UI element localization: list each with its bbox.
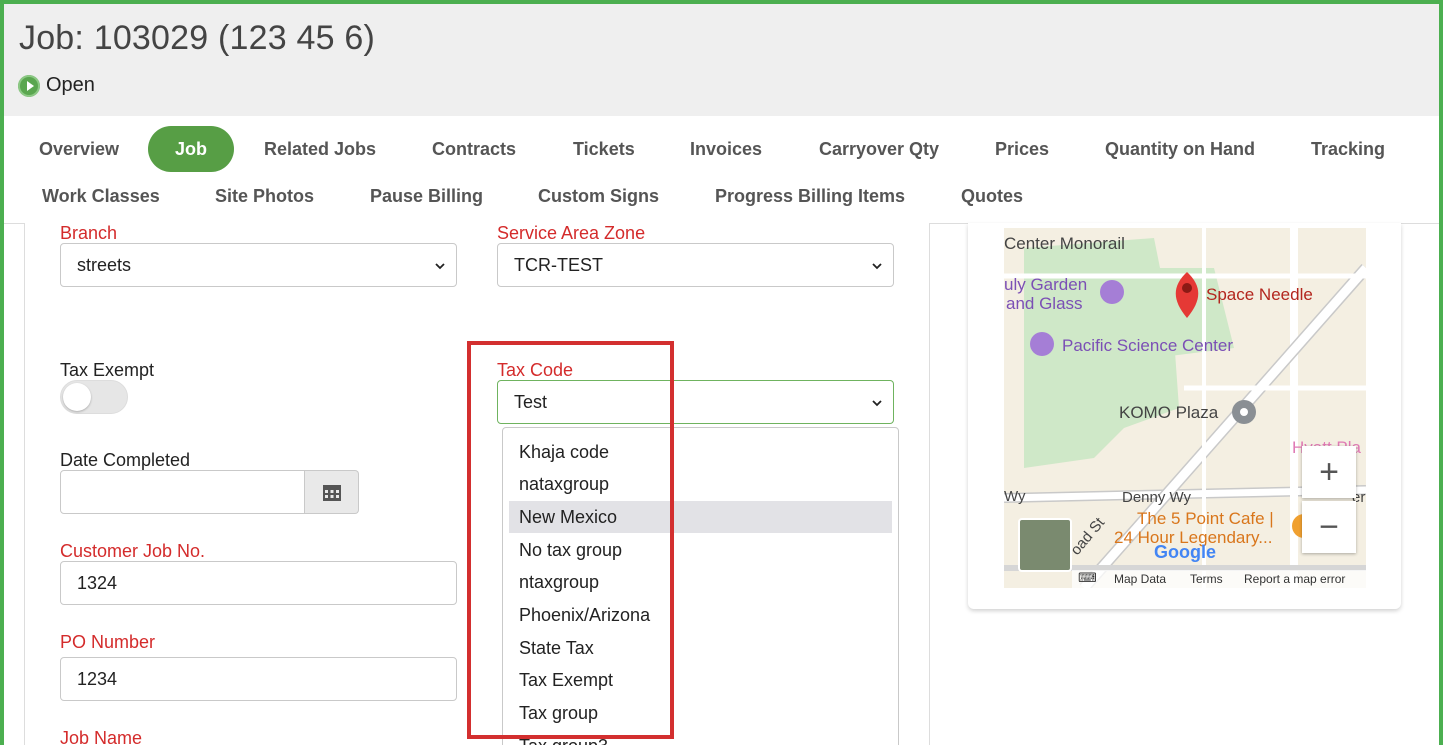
tab-custom-signs[interactable]: Custom Signs — [538, 173, 659, 219]
map-label-glass: and Glass — [1006, 294, 1083, 313]
tab-progress-billing-items[interactable]: Progress Billing Items — [715, 173, 905, 219]
google-logo: Google — [1154, 542, 1216, 562]
tax-code-option[interactable]: Phoenix/Arizona — [509, 599, 892, 631]
map-label-monorail: Center Monorail — [1004, 234, 1125, 253]
tab-job[interactable]: Job — [148, 126, 235, 172]
tab-tracking[interactable]: Tracking — [1311, 126, 1385, 172]
tax-exempt-toggle[interactable] — [60, 380, 128, 414]
tab-overview[interactable]: Overview — [39, 126, 119, 172]
tax-exempt-label: Tax Exempt — [60, 360, 155, 380]
branch-label: Branch — [60, 223, 118, 243]
job-form-card: Branch streets Service Area Zone TCR-TES… — [24, 223, 930, 745]
tax-code-option[interactable]: State Tax — [509, 632, 892, 664]
tax-code-option-highlighted[interactable]: New Mexico — [509, 501, 892, 533]
tab-related-jobs[interactable]: Related Jobs — [264, 126, 376, 172]
customer-job-no-input[interactable]: 1324 — [60, 561, 457, 605]
map-data-link[interactable]: Map Data — [1114, 572, 1166, 586]
map-label-cafe: The 5 Point Cafe | — [1137, 509, 1274, 528]
map-footer: ⌨ Map Data Terms Report a map error — [1072, 570, 1366, 588]
tab-pause-billing[interactable]: Pause Billing — [370, 173, 483, 219]
status-row: Open — [18, 74, 95, 97]
job-name-label: Job Name — [60, 728, 143, 745]
tax-code-option[interactable]: ntaxgroup — [509, 566, 892, 598]
tab-carryover-qty[interactable]: Carryover Qty — [819, 126, 939, 172]
page-title: Job: 103029 (123 45 6) — [19, 19, 376, 57]
tax-code-option[interactable]: Tax group3 — [509, 730, 892, 745]
chevron-down-icon — [434, 244, 446, 286]
tab-contracts[interactable]: Contracts — [432, 126, 516, 172]
app-frame: Job: 103029 (123 45 6) Open Overview Job… — [0, 0, 1443, 745]
zoom-in-button[interactable]: + — [1302, 446, 1356, 498]
terms-link[interactable]: Terms — [1190, 572, 1223, 586]
service-area-zone-label: Service Area Zone — [497, 223, 646, 243]
service-area-zone-value: TCR-TEST — [514, 255, 603, 275]
po-number-input[interactable]: 1234 — [60, 657, 457, 701]
date-completed-input[interactable] — [60, 470, 305, 514]
tax-code-value: Test — [514, 392, 548, 412]
tax-code-dropdown: Khaja code nataxgroup New Mexico No tax … — [502, 427, 899, 745]
status-play-icon — [18, 74, 40, 97]
tax-code-label: Tax Code — [497, 360, 574, 380]
tab-tickets[interactable]: Tickets — [573, 126, 635, 172]
tab-prices[interactable]: Prices — [995, 126, 1049, 172]
service-area-zone-select[interactable]: TCR-TEST — [497, 243, 894, 287]
map-label-denny-wy: Denny Wy — [1122, 489, 1192, 506]
tax-code-option[interactable]: nataxgroup — [509, 468, 892, 500]
map-label-wy: Wy — [1004, 488, 1026, 505]
toggle-knob — [63, 383, 91, 411]
satellite-toggle-button[interactable] — [1018, 518, 1072, 572]
tax-code-option[interactable]: Tax group — [509, 697, 892, 729]
tab-invoices[interactable]: Invoices — [690, 126, 762, 172]
calendar-icon — [322, 485, 341, 501]
chevron-down-icon — [871, 381, 883, 423]
tax-code-option[interactable]: Khaja code — [509, 436, 892, 468]
date-completed-label: Date Completed — [60, 450, 191, 470]
tab-quantity-on-hand[interactable]: Quantity on Hand — [1105, 126, 1255, 172]
map-label-pacific-science-center: Pacific Science Center — [1062, 336, 1234, 355]
branch-value: streets — [77, 255, 132, 275]
customer-job-no-label: Customer Job No. — [60, 541, 206, 561]
po-number-label: PO Number — [60, 632, 156, 652]
tax-code-select[interactable]: Test — [497, 380, 894, 424]
status-text: Open — [46, 74, 95, 96]
tab-quotes[interactable]: Quotes — [961, 173, 1023, 219]
zoom-out-button[interactable]: − — [1302, 501, 1356, 553]
map-label-garden: uly Garden — [1004, 275, 1088, 294]
map-label-space-needle: Space Needle — [1206, 285, 1313, 304]
tax-code-option[interactable]: No tax group — [509, 534, 892, 566]
tab-work-classes[interactable]: Work Classes — [42, 173, 160, 219]
job-header: Job: 103029 (123 45 6) Open — [4, 4, 1439, 116]
tab-site-photos[interactable]: Site Photos — [215, 173, 314, 219]
calendar-button[interactable] — [305, 470, 359, 514]
branch-select[interactable]: streets — [60, 243, 457, 287]
map-label-komo-plaza: KOMO Plaza — [1119, 403, 1219, 422]
report-map-error-link[interactable]: Report a map error — [1244, 572, 1345, 586]
tab-bar: Overview Job Related Jobs Contracts Tick… — [4, 116, 1439, 224]
chevron-down-icon — [871, 244, 883, 286]
keyboard-icon[interactable]: ⌨ — [1078, 570, 1097, 586]
tax-code-option[interactable]: Tax Exempt — [509, 664, 892, 696]
